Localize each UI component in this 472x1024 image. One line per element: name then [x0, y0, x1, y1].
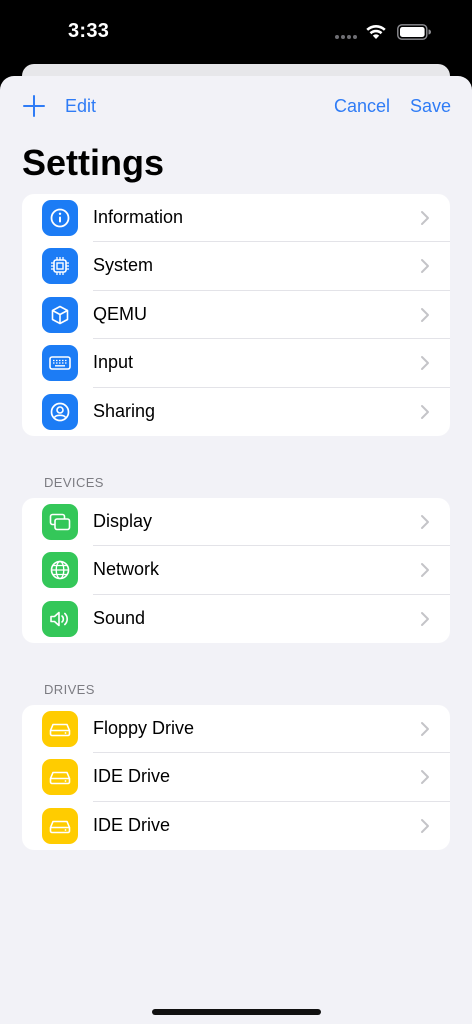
chip-icon — [42, 248, 78, 285]
row-label: IDE Drive — [93, 814, 171, 835]
chevron-right-icon — [421, 770, 429, 785]
cube-icon — [42, 296, 78, 333]
drives-group: Floppy Drive IDE Drive IDE Drive — [22, 705, 450, 851]
wifi-icon — [366, 24, 386, 39]
add-button[interactable] — [22, 94, 46, 118]
chevron-right-icon — [421, 307, 429, 322]
settings-row-input[interactable]: Input — [22, 339, 450, 388]
settings-row-ide-drive-1[interactable]: IDE Drive — [22, 753, 450, 802]
battery-icon — [397, 24, 431, 40]
chevron-right-icon — [421, 611, 429, 626]
settings-row-qemu[interactable]: QEMU — [22, 291, 450, 340]
chevron-right-icon — [421, 722, 429, 736]
devices-group: Display Network Sound — [22, 498, 450, 644]
keyboard-icon — [42, 345, 78, 382]
chevron-right-icon — [421, 563, 429, 578]
speaker-icon — [42, 600, 78, 637]
chevron-right-icon — [421, 259, 429, 274]
settings-row-network[interactable]: Network — [22, 546, 450, 595]
settings-row-system[interactable]: System — [22, 242, 450, 291]
row-label: Floppy Drive — [93, 718, 195, 738]
settings-row-floppy-drive[interactable]: Floppy Drive — [22, 705, 450, 754]
cellular-signal-icon — [335, 35, 357, 40]
person-circle-icon — [42, 393, 78, 430]
edit-button[interactable]: Edit — [65, 96, 96, 117]
row-label: Sharing — [93, 400, 156, 421]
chevron-right-icon — [421, 404, 429, 419]
settings-row-sharing[interactable]: Sharing — [22, 388, 450, 436]
row-label: IDE Drive — [93, 766, 171, 787]
info-icon — [42, 200, 78, 236]
section-header-drives: DRIVES — [44, 682, 95, 697]
display-icon — [42, 504, 78, 540]
drive-icon — [42, 759, 78, 796]
row-label: QEMU — [93, 303, 147, 324]
status-time: 3:33 — [68, 20, 110, 42]
row-label: System — [93, 255, 154, 276]
row-label: Network — [93, 559, 160, 580]
row-label: Display — [93, 511, 153, 531]
settings-row-sound[interactable]: Sound — [22, 595, 450, 643]
settings-row-information[interactable]: Information — [22, 194, 450, 243]
save-button[interactable]: Save — [410, 96, 451, 117]
home-indicator[interactable] — [152, 1009, 321, 1015]
status-bar: 3:33 — [0, 0, 472, 64]
settings-row-ide-drive-2[interactable]: IDE Drive — [22, 802, 450, 850]
page-title: Settings — [22, 142, 165, 183]
row-label: Input — [93, 352, 134, 373]
drive-icon — [42, 807, 78, 844]
chevron-right-icon — [421, 211, 429, 225]
drive-icon — [42, 711, 78, 747]
cancel-button[interactable]: Cancel — [334, 96, 390, 117]
chevron-right-icon — [421, 356, 429, 371]
globe-icon — [42, 552, 78, 589]
row-label: Information — [93, 207, 184, 227]
settings-row-display[interactable]: Display — [22, 498, 450, 547]
chevron-right-icon — [421, 515, 429, 529]
row-label: Sound — [93, 607, 146, 628]
chevron-right-icon — [421, 818, 429, 833]
section-header-devices: DEVICES — [44, 475, 104, 490]
general-settings-group: Information System QEMU Input Sharing — [22, 194, 450, 436]
